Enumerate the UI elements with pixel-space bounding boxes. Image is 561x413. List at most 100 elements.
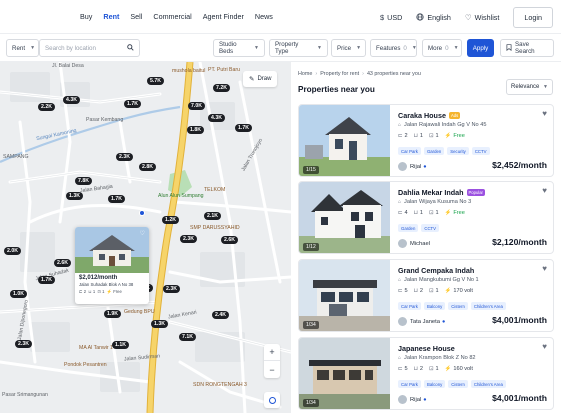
map-view[interactable]: Jl. Balai Desa Pasar Kembang Jalan Bahag… (0, 62, 291, 413)
top-navigation: Buy Rent Sell Commercial Agent Finder Ne… (0, 0, 561, 34)
map-price-pill[interactable]: 2.3K (15, 340, 32, 348)
feature-tag: CCTV (471, 147, 490, 155)
listing-title: Grand Cempaka Indah (398, 266, 474, 275)
listing-card[interactable]: 1/34 Grand Cempaka Indah ⌂ Jalan Mangkub… (298, 259, 554, 332)
map-price-pill[interactable]: 2.6K (54, 259, 71, 267)
nav-link-sell[interactable]: Sell (130, 12, 142, 21)
sort-label: Relevance (511, 84, 540, 90)
map-price-pill[interactable]: 1.7K (235, 124, 252, 132)
property-type-dropdown[interactable]: Property Type ▼ (269, 39, 328, 57)
map-price-pill[interactable]: 2.3K (163, 285, 180, 293)
zoom-in-button[interactable]: + (264, 344, 280, 361)
listing-agent[interactable]: Michael (398, 239, 430, 248)
listing-agent[interactable]: Rijal ● (398, 162, 427, 171)
map-price-pill[interactable]: 4.3K (208, 114, 225, 122)
zoom-controls: + − (264, 344, 280, 378)
map-price-pill[interactable]: 1.1K (112, 341, 129, 349)
wishlist-link[interactable]: ♡ Wishlist (465, 13, 500, 22)
map-price-pill[interactable]: 7.8K (75, 177, 92, 185)
map-price-pill[interactable]: 1.7K (124, 100, 141, 108)
sort-dropdown[interactable]: Relevance ▼ (506, 79, 553, 95)
mode-dropdown[interactable]: Rent ▼ (6, 39, 39, 57)
map-label: SDN RONGTENGAH 3 (193, 382, 247, 388)
map-price-pill[interactable]: 2.3K (180, 235, 197, 243)
price-dropdown[interactable]: Price ▼ (331, 39, 366, 57)
heart-icon[interactable]: ♥ (542, 264, 547, 273)
map-price-pill[interactable]: 7.2K (213, 84, 230, 92)
heart-icon[interactable]: ♥ (542, 109, 547, 118)
nav-link-agent-finder[interactable]: Agent Finder (203, 12, 244, 21)
map-price-pill[interactable]: 1.2K (162, 216, 179, 224)
apply-button[interactable]: Apply (467, 39, 494, 57)
map-price-pill[interactable]: 1.7K (108, 195, 125, 203)
map-price-pill[interactable]: 2.4K (212, 311, 229, 319)
nav-link-rent[interactable]: Rent (103, 12, 119, 21)
heart-icon: ♡ (464, 13, 472, 22)
bolt-icon: ⚡ (106, 289, 113, 294)
map-price-pill[interactable]: 2.0K (4, 247, 21, 255)
search-input[interactable]: Search by location (39, 39, 140, 57)
nav-link-buy[interactable]: Buy (80, 12, 92, 21)
listing-card[interactable]: 1/15 Caraka House Ads ⌂ Jalan Rajawali I… (298, 104, 554, 177)
features-dropdown[interactable]: Features 0 ▼ (370, 39, 417, 57)
agent-name: Rijal (410, 163, 422, 170)
listing-card[interactable]: 1/12 Dahlia Mekar Indah Popular ⌂ Jalan … (298, 181, 554, 254)
map-listing-popup[interactable]: ♡ $2,012/month Jalan Suhadak Blok A No 3… (75, 227, 149, 304)
heart-icon[interactable]: ♥ (542, 186, 547, 195)
map-price-pill[interactable]: 4.3K (63, 96, 80, 104)
map-price-pill[interactable]: 7.0K (188, 102, 205, 110)
more-dropdown[interactable]: More 0 ▼ (422, 39, 462, 57)
baths-count: 2 (419, 288, 423, 294)
map-price-pill[interactable]: 1.3K (66, 192, 83, 200)
feature-tag: Garden (423, 147, 445, 155)
popup-features: ⊏ 2 ⊔ 1 ⊡ 1 ⚡ Free (75, 287, 149, 295)
verified-icon: ● (423, 163, 427, 170)
mode-label: Rent (12, 44, 26, 52)
map-price-pill[interactable]: 2.3K (116, 153, 133, 161)
login-button[interactable]: Login (513, 7, 553, 28)
map-price-pill[interactable]: 1.7K (38, 276, 55, 284)
language-selector[interactable]: English (416, 12, 451, 23)
currency-label: USD (387, 13, 403, 22)
currency-selector[interactable]: $ USD (380, 13, 402, 22)
map-label: PT. Putri Baru (208, 67, 241, 73)
map-price-pill[interactable]: 1.0K (10, 290, 27, 298)
electric-info: Free (453, 210, 465, 216)
chevron-down-icon: ▼ (30, 45, 36, 51)
bed-icon: ⊏ (398, 288, 403, 294)
listing-agent[interactable]: Tata Janeta ● (398, 317, 445, 326)
locate-me-button[interactable] (264, 392, 280, 408)
pencil-icon: ✎ (249, 76, 255, 83)
zoom-out-button[interactable]: − (264, 361, 280, 378)
map-price-pill[interactable]: 7.1K (179, 333, 196, 341)
draw-button[interactable]: ✎ Draw (243, 71, 278, 87)
nav-link-commercial[interactable]: Commercial (153, 12, 191, 21)
map-price-pill[interactable]: 1.3K (151, 320, 168, 328)
car-icon: ⊡ (429, 210, 434, 216)
map-price-pill[interactable]: 1.8K (187, 126, 204, 134)
studio-beds-dropdown[interactable]: Studio Beds ▼ (213, 39, 265, 57)
listing-address-text: Jalan Krampon Blok Z No 82 (404, 355, 476, 361)
listing-agent[interactable]: Rijal ● (398, 395, 427, 404)
popular-badge: Popular (466, 189, 485, 196)
save-search-button[interactable]: Save Search (500, 39, 554, 57)
map-price-pill[interactable]: 2.1K (204, 212, 221, 220)
listing-card[interactable]: 1/34 Japanese House ⌂ Jalan Krampon Blok… (298, 337, 554, 410)
bolt-icon: ⚡ (444, 366, 452, 372)
breadcrumb-home[interactable]: Home (298, 71, 312, 77)
heart-icon[interactable]: ♡ (140, 230, 145, 237)
map-price-pill[interactable]: 1.9K (104, 310, 121, 318)
heart-icon[interactable]: ♥ (542, 342, 547, 351)
map-price-pill[interactable]: 2.2K (38, 103, 55, 111)
listing-price: $4,001/month (492, 315, 547, 325)
map-price-pill[interactable]: 2.8K (139, 163, 156, 171)
map-label: Pasar Kembang (86, 117, 124, 123)
map-price-pill[interactable]: 5.7K (147, 77, 164, 85)
breadcrumb-rent[interactable]: Property for rent (320, 71, 359, 77)
save-search-label: Save Search (515, 41, 535, 55)
map-label: Jl. Balai Desa (52, 63, 84, 69)
nav-link-news[interactable]: News (255, 12, 273, 21)
listing-title-text: Dahlia Mekar Indah (398, 188, 464, 197)
map-price-pill[interactable]: 2.6K (221, 236, 238, 244)
car-icon: ⊡ (429, 133, 434, 139)
